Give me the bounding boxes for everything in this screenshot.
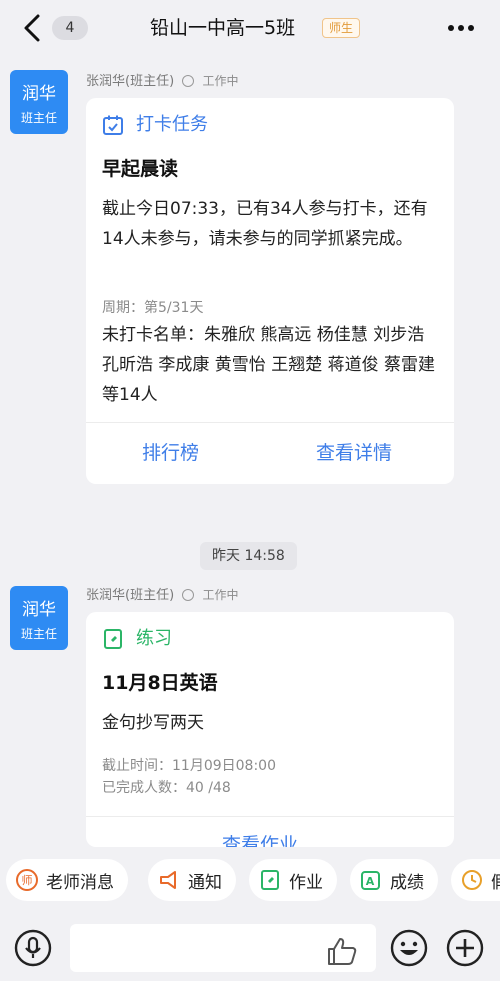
megaphone-icon [160, 871, 176, 889]
quick-notice[interactable]: 通知 [148, 859, 236, 901]
quick-action-bar: 师 老师消息 通知 作业 A 成绩 假 [0, 847, 500, 913]
more-options-icon[interactable] [446, 18, 482, 38]
completed-count: 已完成人数：40 /48 [102, 780, 231, 796]
chat-header: 4 铅山一中高一5班 师生 [0, 0, 500, 56]
status-icon [182, 75, 195, 87]
card-type-label: 练习 [136, 628, 172, 649]
quick-label: 作业 [289, 872, 323, 893]
quick-homework[interactable]: 作业 [249, 859, 337, 901]
sender-status: 工作中 [202, 588, 239, 602]
emoji-icon[interactable] [390, 929, 428, 967]
card-body: 金句抄写两天 [102, 713, 204, 733]
card-header: 练习 [102, 626, 172, 652]
avatar-name: 润华 [22, 84, 56, 104]
card-header: 打卡任务 [102, 112, 208, 138]
svg-text:A: A [366, 875, 375, 888]
plus-icon[interactable] [446, 929, 484, 967]
avatar[interactable]: 润华 班主任 [10, 586, 68, 650]
quick-label: 成绩 [390, 872, 424, 893]
checkin-task-card[interactable]: 打卡任务 早起晨读 截止今日07:33，已有34人参与打卡，还有14人未参与，请… [86, 98, 454, 484]
homework-icon [261, 870, 279, 890]
grades-icon: A [361, 871, 380, 890]
group-type-badge: 师生 [322, 18, 361, 38]
chat-title: 铅山一中高一5班 [150, 17, 296, 39]
svg-text:师: 师 [22, 874, 33, 887]
timestamp: 昨天 14:58 [200, 542, 297, 570]
card-divider [86, 816, 454, 817]
unchecked-name-list: 未打卡名单：朱雅欣 熊高远 杨佳慧 刘步浩 孔昕浩 李成康 黄雪怡 王翘楚 蒋道… [102, 325, 436, 405]
message-input-bar [0, 913, 500, 981]
card-type-label: 打卡任务 [136, 114, 208, 135]
sender-line: 张润华(班主任) 工作中 [86, 586, 238, 605]
unread-count-badge[interactable]: 4 [52, 16, 88, 40]
sender-line: 张润华(班主任) 工作中 [86, 72, 238, 91]
card-title: 早起晨读 [102, 158, 179, 180]
view-homework-button[interactable]: 查看作业 [222, 832, 298, 847]
clock-icon [462, 870, 482, 890]
calendar-check-icon [103, 115, 123, 135]
card-title: 11月8日英语 [102, 672, 218, 694]
quick-leave[interactable]: 假 [451, 859, 500, 901]
cycle-info: 周期：第5/31天 [102, 300, 204, 316]
quick-label: 假 [491, 872, 500, 893]
sender-status: 工作中 [202, 74, 239, 88]
notebook-icon [104, 629, 122, 649]
teacher-icon: 师 [16, 869, 38, 891]
quick-teacher-messages[interactable]: 师 老师消息 [6, 859, 128, 901]
avatar-role: 班主任 [20, 111, 57, 125]
microphone-icon[interactable] [14, 929, 52, 967]
quick-grades[interactable]: A 成绩 [350, 859, 438, 901]
status-icon [182, 589, 195, 601]
deadline-info: 截止时间：11月09日08:00 [102, 758, 276, 774]
view-details-button[interactable]: 查看详情 [316, 440, 392, 466]
ranking-button[interactable]: 排行榜 [142, 440, 199, 466]
practice-card[interactable]: 练习 11月8日英语 金句抄写两天 截止时间：11月09日08:00 已完成人数… [86, 612, 454, 847]
avatar-role: 班主任 [20, 627, 57, 641]
thumbs-up-icon[interactable] [326, 936, 358, 966]
card-divider [86, 422, 454, 423]
quick-label: 通知 [188, 872, 222, 893]
sender-name: 张润华(班主任) [86, 74, 175, 89]
quick-label: 老师消息 [46, 872, 114, 893]
avatar-name: 润华 [22, 600, 56, 620]
back-arrow-icon[interactable] [18, 12, 48, 44]
avatar[interactable]: 润华 班主任 [10, 70, 68, 134]
sender-name: 张润华(班主任) [86, 588, 175, 603]
card-body: 截止今日07:33，已有34人参与打卡，还有14人未参与，请未参与的同学抓紧完成… [102, 199, 428, 249]
